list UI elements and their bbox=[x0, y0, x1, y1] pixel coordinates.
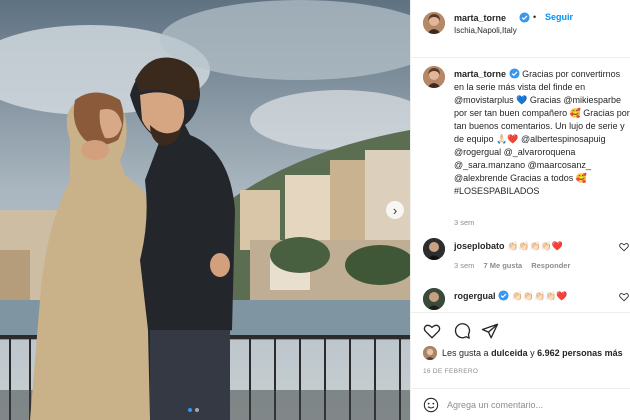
liker-username[interactable]: dulceida bbox=[491, 348, 528, 358]
post-actions bbox=[411, 312, 630, 342]
post-header: marta_torne • Seguir Ischia,Napoli,Italy bbox=[411, 0, 630, 58]
avatar-image bbox=[423, 12, 445, 34]
caption-text: marta_torne Gracias por convertirnos en … bbox=[454, 68, 630, 198]
verified-badge-icon bbox=[519, 12, 530, 23]
comments-list[interactable]: marta_torne Gracias por convertirnos en … bbox=[411, 58, 630, 310]
avatar-image bbox=[423, 288, 445, 310]
comment-body: rogergual 👏🏻👏🏻👏🏻👏🏻❤️ bbox=[454, 290, 614, 303]
verified-badge-icon bbox=[509, 68, 520, 79]
commenter-avatar[interactable] bbox=[423, 238, 445, 260]
header-separator: • bbox=[533, 12, 537, 22]
comment-timestamp[interactable]: 3 sem bbox=[454, 261, 474, 270]
likes-connector: y bbox=[530, 348, 535, 358]
add-comment-bar bbox=[411, 388, 630, 420]
caption-username[interactable]: marta_torne bbox=[454, 69, 506, 79]
caption-timestamp[interactable]: 3 sem bbox=[454, 218, 474, 227]
comment-text: 👏🏻👏🏻👏🏻👏🏻❤️ bbox=[511, 291, 568, 301]
likes-count[interactable]: 6.962 personas más bbox=[537, 348, 623, 358]
post-details: marta_torne • Seguir Ischia,Napoli,Italy bbox=[410, 0, 630, 420]
share-paper-plane-icon[interactable] bbox=[481, 322, 499, 340]
instagram-post: › marta_torne • Seguir Ischia,Napoli,Ita… bbox=[0, 0, 630, 420]
emoji-picker-icon[interactable] bbox=[423, 397, 439, 413]
carousel-dots bbox=[188, 408, 199, 412]
carousel-dot bbox=[195, 408, 199, 412]
comment-username[interactable]: rogergual bbox=[454, 291, 496, 301]
caption-avatar[interactable] bbox=[423, 66, 445, 88]
avatar-image bbox=[423, 346, 437, 360]
reply-button[interactable]: Responder bbox=[531, 261, 570, 270]
comment-username[interactable]: joseplobato bbox=[454, 241, 505, 251]
next-image-button[interactable]: › bbox=[386, 201, 404, 219]
avatar-image bbox=[423, 66, 445, 88]
post-date[interactable]: 16 DE FEBRERO bbox=[423, 368, 478, 375]
likes-prefix: Les gusta a bbox=[442, 348, 489, 358]
comment-body: joseplobato 👏🏻👏🏻👏🏻👏🏻❤️ bbox=[454, 240, 614, 253]
likes-text: Les gusta a dulceida y 6.962 personas má… bbox=[442, 348, 623, 358]
comment-likes[interactable]: 7 Me gusta bbox=[483, 261, 522, 270]
carousel-dot-active bbox=[188, 408, 192, 412]
like-heart-icon[interactable] bbox=[423, 322, 441, 340]
comment-like-heart-icon[interactable] bbox=[619, 292, 629, 302]
comment-text: 👏🏻👏🏻👏🏻👏🏻❤️ bbox=[507, 241, 564, 251]
comment-meta: 3 sem 7 Me gusta Responder bbox=[454, 261, 570, 270]
post-location[interactable]: Ischia,Napoli,Italy bbox=[454, 26, 517, 35]
verified-badge-icon bbox=[498, 290, 509, 301]
caption-body: Gracias por convertirnos en la serie más… bbox=[454, 69, 630, 196]
post-photo[interactable]: › bbox=[0, 0, 410, 420]
likes-summary: Les gusta a dulceida y 6.962 personas má… bbox=[423, 346, 630, 360]
follow-button[interactable]: Seguir bbox=[545, 12, 573, 22]
comment-like-heart-icon[interactable] bbox=[619, 242, 629, 252]
author-username[interactable]: marta_torne bbox=[454, 13, 506, 23]
comment-bubble-icon[interactable] bbox=[453, 322, 471, 340]
avatar-image bbox=[423, 238, 445, 260]
comment-input[interactable] bbox=[447, 397, 622, 413]
liker-avatar[interactable] bbox=[423, 346, 437, 360]
photo-scene bbox=[0, 0, 410, 420]
author-avatar[interactable] bbox=[423, 12, 445, 34]
commenter-avatar[interactable] bbox=[423, 288, 445, 310]
